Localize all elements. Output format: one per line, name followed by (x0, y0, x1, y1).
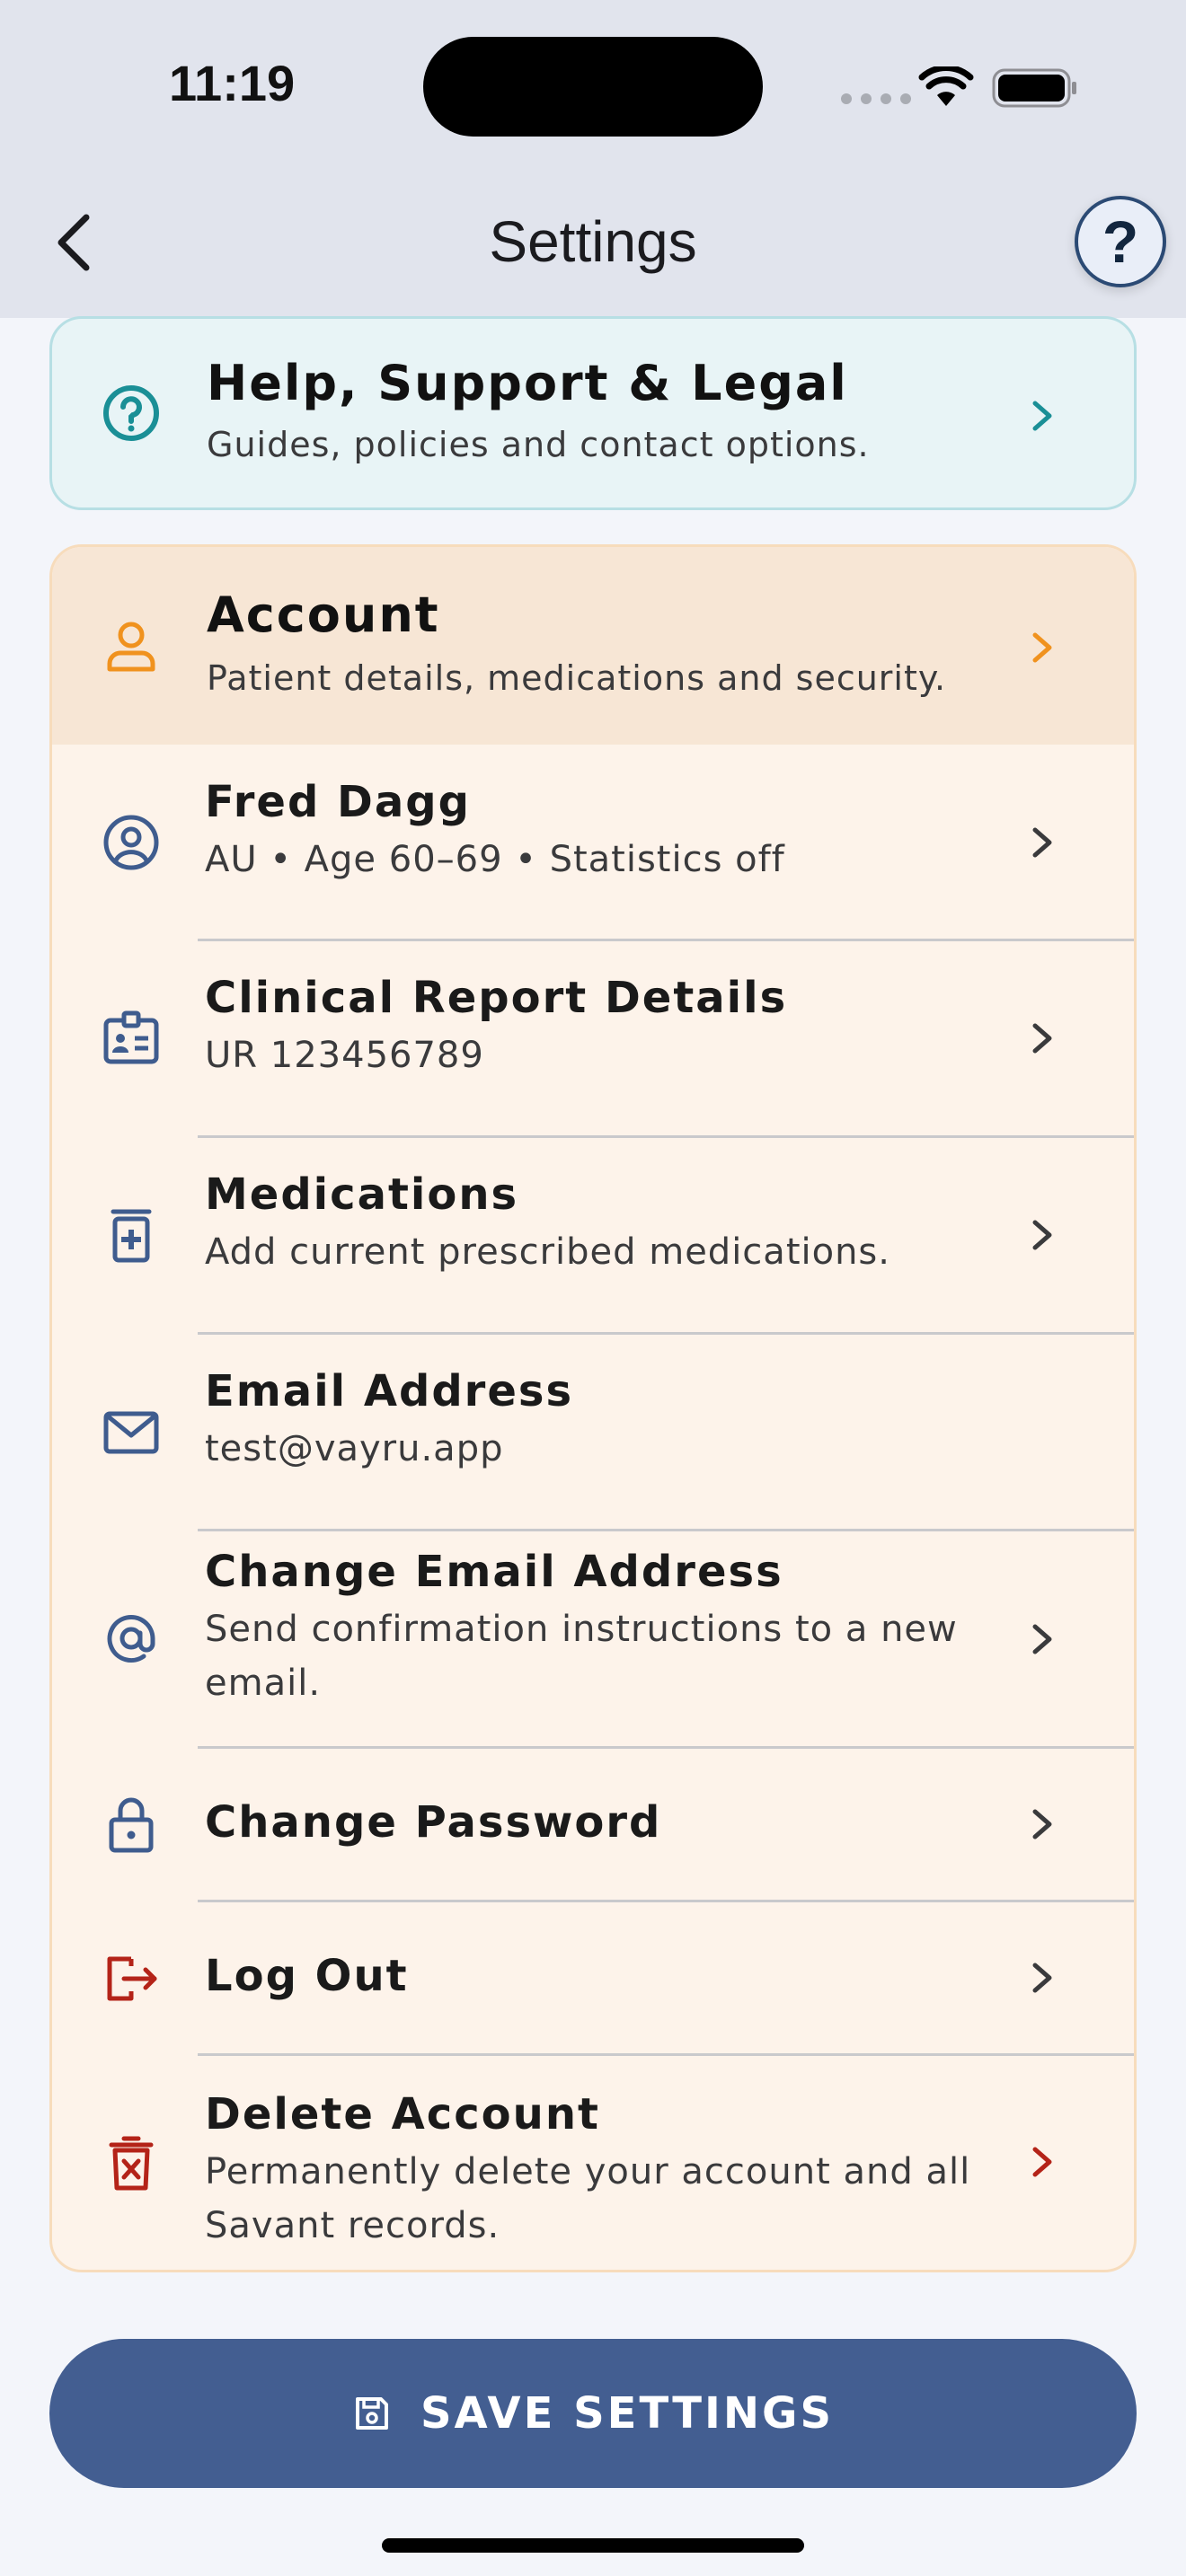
account-subtitle: Patient details, medications and securit… (207, 658, 947, 698)
home-indicator[interactable] (382, 2538, 804, 2553)
change-password-row[interactable]: Change Password (52, 1748, 1134, 1901)
change-email-row[interactable]: Change Email Address Send confirmation i… (52, 1531, 1134, 1748)
chevron-right-icon (1032, 632, 1052, 663)
row-title: Delete Account (205, 2089, 600, 2139)
chevron-right-icon (1032, 1809, 1052, 1839)
delete-account-row[interactable]: Delete Account Permanently delete your a… (52, 2055, 1134, 2270)
row-subtitle: AU • Age 60–69 • Statistics off (205, 839, 785, 880)
account-card: Account Patient details, medications and… (49, 544, 1137, 2272)
id-badge-icon (103, 1010, 159, 1064)
chevron-right-icon (1032, 1023, 1052, 1054)
at-sign-icon (107, 1615, 155, 1663)
medications-row[interactable]: Medications Add current prescribed medic… (52, 1137, 1134, 1334)
battery-icon (992, 68, 1076, 108)
chevron-right-icon (1032, 2147, 1052, 2177)
clinical-report-row[interactable]: Clinical Report Details UR 123456789 (52, 940, 1134, 1137)
profile-row[interactable]: Fred Dagg AU • Age 60–69 • Statistics of… (52, 745, 1134, 940)
save-settings-button[interactable]: SAVE SETTINGS (49, 2339, 1137, 2488)
delete-bin-icon (109, 2136, 154, 2191)
page-title: Settings (489, 209, 697, 274)
row-title: Change Password (205, 1797, 662, 1848)
top-bar: 11:19 Settings ? (0, 0, 1186, 318)
row-subtitle: Add current prescribed medications. (205, 1231, 890, 1273)
row-subtitle: test@vayru.app (205, 1428, 504, 1469)
floppy-disk-icon (355, 2397, 388, 2430)
save-settings-label: SAVE SETTINGS (420, 2388, 835, 2439)
help-card-subtitle: Guides, policies and contact options. (207, 425, 870, 464)
row-subtitle: Send confirmation instructions to a new … (205, 1609, 958, 1704)
chevron-right-icon (1032, 1220, 1052, 1250)
log-out-row[interactable]: Log Out (52, 1901, 1134, 2055)
user-circle-icon (103, 815, 159, 870)
account-header[interactable]: Account Patient details, medications and… (52, 547, 1134, 745)
help-support-legal-card[interactable]: Help, Support & Legal Guides, policies a… (49, 316, 1137, 510)
person-icon (107, 622, 155, 672)
medication-bottle-icon (111, 1209, 152, 1263)
help-circle-icon (103, 385, 159, 441)
chevron-right-icon (1032, 827, 1052, 858)
logout-icon (107, 1956, 157, 2001)
row-title: Medications (205, 1169, 519, 1220)
row-subtitle: Permanently delete your account and all … (205, 2151, 971, 2246)
row-title: Change Email Address (205, 1547, 783, 1597)
account-title: Account (207, 587, 440, 643)
dynamic-island (423, 37, 763, 137)
email-address-row: Email Address test@vayru.app (52, 1334, 1134, 1531)
question-mark-icon: ? (1102, 208, 1139, 275)
chevron-right-icon (1032, 1624, 1052, 1654)
status-time: 11:19 (169, 55, 296, 111)
lock-icon (109, 1797, 154, 1853)
help-button[interactable]: ? (1075, 196, 1166, 287)
row-title: Clinical Report Details (205, 973, 788, 1023)
help-card-title: Help, Support & Legal (207, 355, 848, 411)
envelope-icon (103, 1411, 159, 1454)
row-title: Fred Dagg (205, 777, 471, 827)
chevron-right-icon (1032, 1963, 1052, 1993)
cellular-signal-icon (841, 93, 911, 104)
wifi-icon (918, 66, 974, 106)
chevron-right-icon (1032, 401, 1052, 431)
row-title: Email Address (205, 1366, 574, 1416)
row-title: Log Out (205, 1951, 409, 2001)
row-subtitle: UR 123456789 (205, 1035, 484, 1076)
